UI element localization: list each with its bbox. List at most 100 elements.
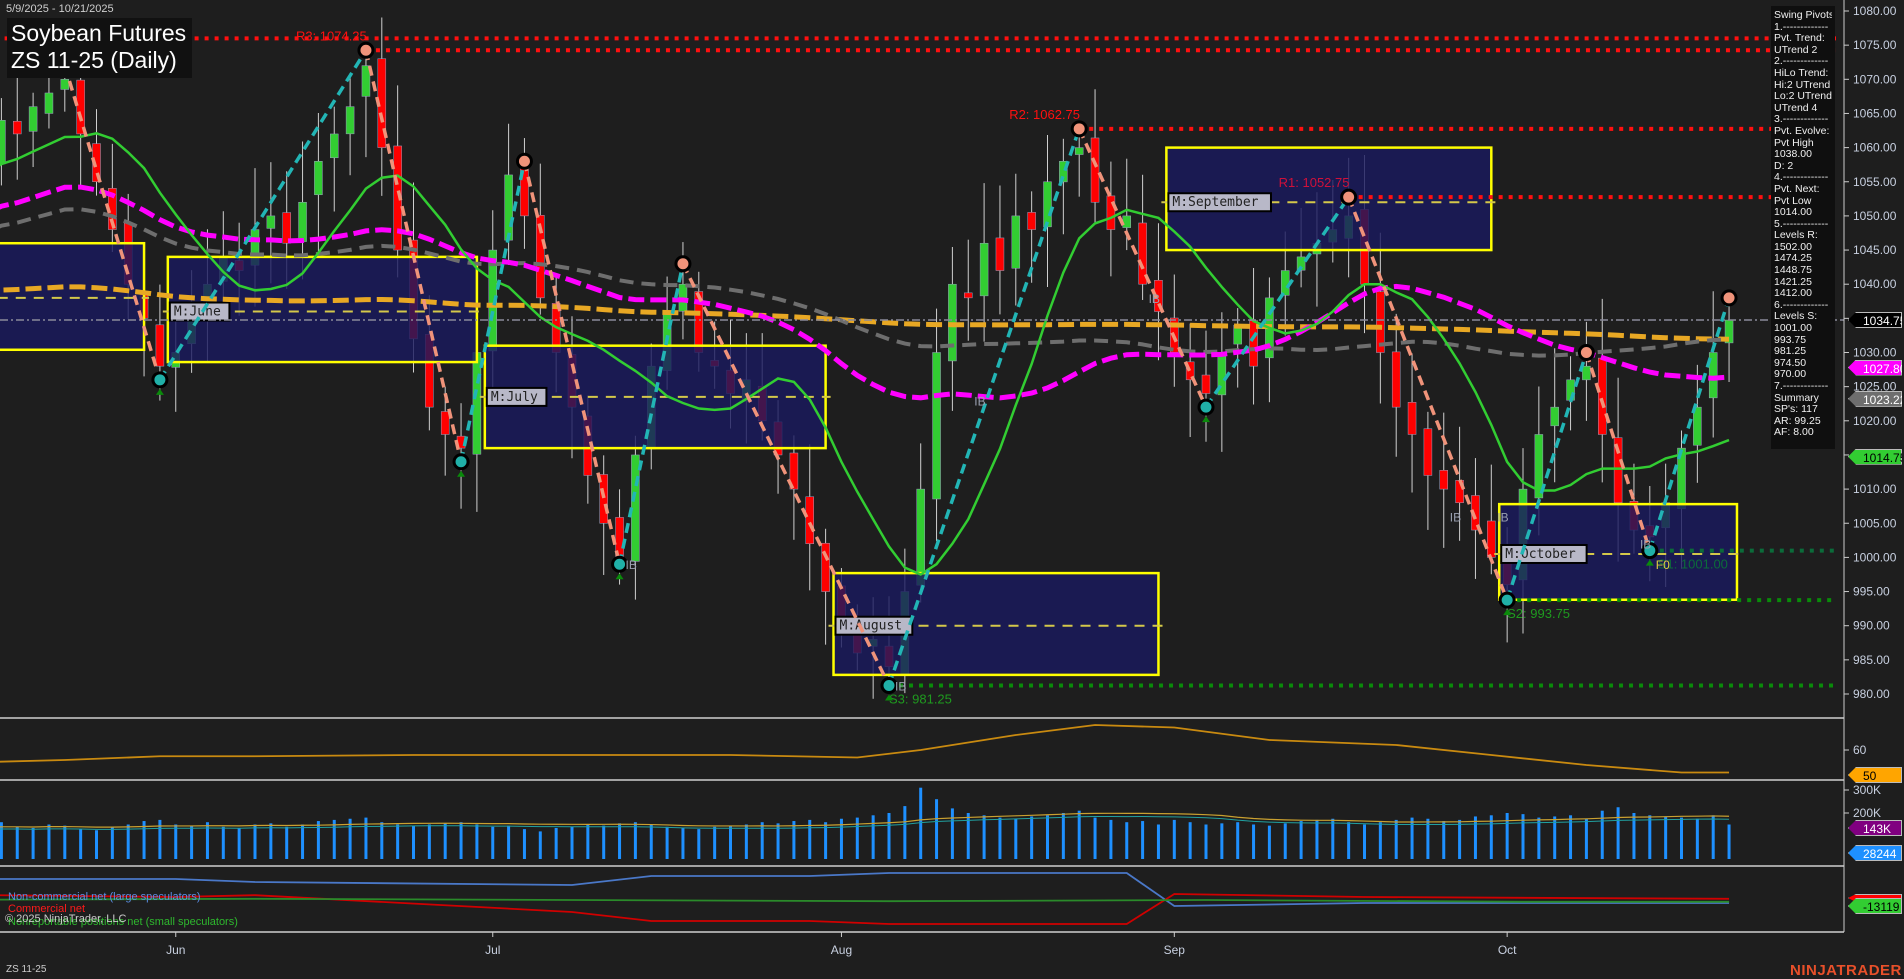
- annotation-label: IB: [1149, 292, 1160, 306]
- y-tick-label: 980.00: [1853, 687, 1890, 701]
- x-tick-label: Jun: [166, 943, 185, 957]
- price-chart[interactable]: M:JuneM:JulyM:AugustM:SeptemberM:October…: [0, 0, 1904, 979]
- candle-body: [995, 237, 1005, 271]
- info-line: 5.-------------: [1774, 218, 1829, 230]
- volume-bar: [1236, 822, 1240, 859]
- info-line: 970.00: [1774, 369, 1807, 381]
- info-line: 1448.75: [1774, 265, 1812, 277]
- candle-body: [1201, 374, 1211, 394]
- candle: [314, 113, 323, 257]
- y-tick-label: 1055.00: [1853, 175, 1897, 189]
- candle-body: [1011, 215, 1021, 269]
- y-tick-label: 1070.00: [1853, 72, 1897, 86]
- volume-bar: [380, 822, 384, 859]
- candle: [631, 435, 640, 600]
- volume-bar: [1505, 813, 1509, 859]
- volume-bar: [570, 826, 574, 859]
- info-line: Levels R:: [1774, 230, 1818, 242]
- volume-bar: [396, 824, 400, 859]
- price-tag: 1014.75: [1848, 448, 1902, 465]
- volume-bar: [31, 827, 35, 859]
- info-line: 1502.00: [1774, 241, 1812, 253]
- candle-body: [440, 411, 450, 435]
- candle-body: [155, 324, 165, 367]
- candle-body: [821, 542, 830, 592]
- info-line: UTrend 4: [1774, 102, 1818, 114]
- swing-pivot-marker: [1340, 188, 1358, 206]
- volume-bar: [1347, 822, 1351, 859]
- candle: [1059, 138, 1068, 235]
- price-panel: M:JuneM:JulyM:AugustM:SeptemberM:October…: [0, 17, 1844, 706]
- volume-bar: [63, 825, 67, 859]
- candle-body: [13, 120, 22, 135]
- candle: [1708, 291, 1718, 438]
- candle-body: [1074, 147, 1084, 155]
- volume-bar: [443, 823, 447, 859]
- info-line: 3.-------------: [1774, 114, 1829, 126]
- info-line: 6.-------------: [1774, 299, 1829, 311]
- candle: [1138, 174, 1147, 300]
- info-line: 981.25: [1774, 346, 1807, 358]
- candle: [504, 123, 513, 265]
- swing-pivot-marker: [452, 453, 470, 471]
- month-label: M:August: [840, 619, 903, 634]
- candle: [1407, 353, 1417, 493]
- candle: [345, 72, 355, 176]
- volume-bar: [269, 823, 273, 859]
- volume-bar: [1252, 824, 1256, 859]
- candle: [1582, 321, 1591, 421]
- volume-bar: [1125, 822, 1129, 859]
- candle: [28, 92, 38, 168]
- x-tick-label: Aug: [831, 943, 852, 957]
- volume-bar: [935, 799, 939, 859]
- cot-line-nonreportable: [0, 897, 1730, 903]
- volume-bar: [522, 829, 526, 859]
- volume-bar: [285, 826, 289, 859]
- swing-pivot-marker: [1498, 591, 1516, 609]
- candle-body: [1027, 212, 1036, 230]
- info-line: 1421.25: [1774, 276, 1812, 288]
- candle-body: [1423, 428, 1433, 476]
- volume-bar: [1711, 815, 1715, 859]
- info-line: 1001.00: [1774, 323, 1812, 335]
- y-tick-label: 1000.00: [1853, 550, 1897, 564]
- candle-body: [805, 496, 814, 544]
- volume-bar: [649, 824, 653, 859]
- volume-bar: [1442, 821, 1446, 859]
- volume-bar: [538, 831, 542, 859]
- volume-ma-tag: 143K: [1848, 820, 1902, 836]
- y-tick-label: 985.00: [1853, 653, 1890, 667]
- volume-bar: [1458, 819, 1462, 859]
- candle-body: [979, 242, 989, 297]
- month-label: M:October: [1505, 547, 1576, 562]
- level-label: R2: 1062.75: [1009, 107, 1080, 122]
- volume-bar: [253, 824, 257, 859]
- volume-bar: [1648, 815, 1652, 859]
- volume-bar: [1680, 817, 1683, 859]
- candle: [995, 185, 1005, 315]
- annotation-label: IB: [1497, 510, 1508, 524]
- volume-bar: [507, 825, 511, 859]
- candle: [1217, 312, 1227, 452]
- candle: [1439, 412, 1448, 548]
- zigzag-leg: [1347, 196, 1509, 601]
- volume-bar: [1299, 821, 1303, 859]
- volume-bar: [1537, 817, 1541, 859]
- volume-bar: [1141, 821, 1145, 859]
- price-tag: 1023.22: [1848, 390, 1902, 407]
- volume-bar: [1220, 823, 1224, 859]
- volume-bar: [1315, 819, 1319, 859]
- swing-pivot-marker: [151, 371, 169, 389]
- volume-bar: [332, 819, 336, 859]
- volume-bar: [237, 827, 241, 859]
- info-line: Pvt Low: [1774, 195, 1812, 207]
- info-line: AR: 99.25: [1774, 415, 1821, 427]
- candle: [1170, 274, 1179, 387]
- y-tick-label: 990.00: [1853, 619, 1890, 633]
- candle-body: [1106, 195, 1116, 230]
- volume-bar: [665, 826, 669, 859]
- volume-bar: [713, 826, 717, 859]
- pivot-up-arrow-icon: [155, 388, 164, 395]
- volume-bar: [1584, 818, 1588, 859]
- monthly-boxes: M:JuneM:JulyM:AugustM:SeptemberM:October: [0, 146, 1742, 677]
